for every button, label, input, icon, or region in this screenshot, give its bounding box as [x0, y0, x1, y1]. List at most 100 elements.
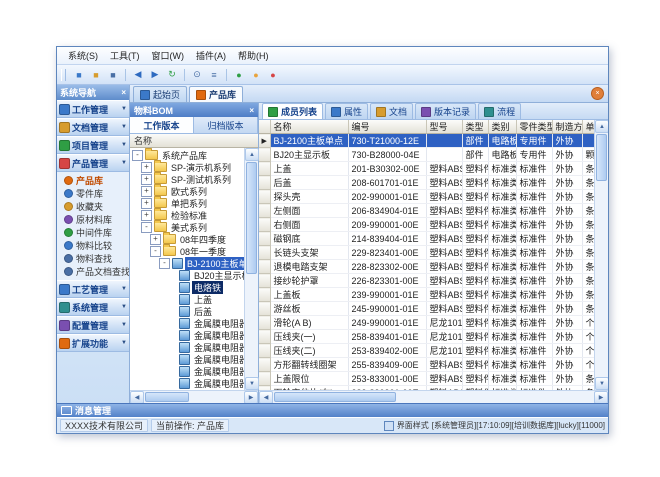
- tree-horizontal-scrollbar[interactable]: ◀ ▶: [130, 390, 258, 403]
- table-row[interactable]: 上盖板239-990001-01E塑料ABS塑料件标准类标准件外协条: [259, 288, 594, 302]
- style-label[interactable]: 界面样式: [397, 420, 429, 431]
- tree-item[interactable]: -BJ-2100主板单点: [130, 257, 244, 269]
- table-row[interactable]: 方形翻转线圈架255-839409-00E塑料ABS塑料件标准类标准件外协个: [259, 358, 594, 372]
- tree-item[interactable]: 金属膜电阻器: [130, 329, 244, 341]
- menu-item[interactable]: 系统(S): [62, 48, 104, 63]
- back-icon[interactable]: ◀: [131, 68, 145, 82]
- sidebar-item[interactable]: 收藏夹: [57, 200, 129, 213]
- sidebar-item[interactable]: 物料比较: [57, 239, 129, 252]
- table-row[interactable]: 接纱轮护罩226-823301-00E塑料ABS塑料件标准类标准件外协条: [259, 274, 594, 288]
- tree-item[interactable]: 金属膜电阻器: [130, 353, 244, 365]
- tree-item[interactable]: 后盖: [130, 305, 244, 317]
- tree-item[interactable]: +欧式系列: [130, 185, 244, 197]
- tree-item[interactable]: -系统产品库: [130, 149, 244, 161]
- tree-item[interactable]: 金属膜电阻器: [130, 341, 244, 353]
- version-tab[interactable]: 归档版本: [194, 117, 258, 133]
- tree-item[interactable]: 电烙铁: [130, 281, 244, 293]
- nav-group[interactable]: 工作管理▼: [57, 100, 129, 118]
- open-folder-icon[interactable]: ■: [89, 68, 103, 82]
- expand-icon[interactable]: +: [141, 162, 152, 173]
- tree-vertical-scrollbar[interactable]: ▲ ▼: [244, 148, 258, 390]
- table-row[interactable]: 左侧面206-834904-01E塑料ABS塑料件标准类标准件外协条: [259, 204, 594, 218]
- style-grid-icon[interactable]: [384, 421, 394, 431]
- sidebar-close-icon[interactable]: ×: [121, 88, 126, 97]
- sidebar-item[interactable]: 产品库: [57, 174, 129, 187]
- column-header[interactable]: 名称: [270, 120, 348, 134]
- expand-icon[interactable]: +: [141, 210, 152, 221]
- version-tab[interactable]: 工作版本: [130, 117, 194, 133]
- collapse-icon[interactable]: -: [132, 150, 143, 161]
- menu-item[interactable]: 帮助(H): [232, 48, 275, 63]
- tree-item[interactable]: 上盖: [130, 293, 244, 305]
- scroll-track[interactable]: [245, 275, 258, 377]
- sidebar-item[interactable]: 物料查找: [57, 252, 129, 265]
- table-row[interactable]: 退模电踏支架228-823302-00E塑料ABS塑料件标准类标准件外协条: [259, 260, 594, 274]
- tree-item[interactable]: +单把系列: [130, 197, 244, 209]
- table-row[interactable]: ▶BJ-2100主板单点730-T21000-12E部件电路板专用件外协: [259, 134, 594, 148]
- run-icon[interactable]: ●: [232, 68, 246, 82]
- scroll-up-icon[interactable]: ▲: [245, 148, 259, 161]
- column-header[interactable]: 类型: [462, 120, 488, 134]
- new-doc-icon[interactable]: ■: [72, 68, 86, 82]
- collapse-icon[interactable]: -: [141, 222, 152, 233]
- member-tab[interactable]: 成员列表: [262, 103, 323, 119]
- tree-item[interactable]: 金属膜电阻器: [130, 365, 244, 377]
- expand-icon[interactable]: +: [150, 234, 161, 245]
- scroll-up-icon[interactable]: ▲: [595, 120, 609, 133]
- tree-item[interactable]: BJ20主显示板: [130, 269, 244, 281]
- collapse-icon[interactable]: -: [159, 258, 170, 269]
- tree-column-header[interactable]: 名称: [130, 134, 258, 148]
- expand-icon[interactable]: +: [141, 198, 152, 209]
- nav-group[interactable]: 项目管理▼: [57, 136, 129, 154]
- tree-item[interactable]: 金属膜电阻器: [130, 317, 244, 329]
- table-row[interactable]: 右侧面209-990001-00E塑料ABS塑料件标准类标准件外协条: [259, 218, 594, 232]
- menu-item[interactable]: 插件(A): [190, 48, 232, 63]
- document-tab[interactable]: 产品库: [189, 86, 243, 102]
- column-header[interactable]: 类别: [488, 120, 516, 134]
- search-icon[interactable]: ⊙: [190, 68, 204, 82]
- stop-icon[interactable]: ●: [266, 68, 280, 82]
- sidebar-item[interactable]: 零件库: [57, 187, 129, 200]
- tree-hscroll-thumb[interactable]: [145, 392, 189, 402]
- list-icon[interactable]: ≡: [207, 68, 221, 82]
- member-tab[interactable]: 流程: [478, 103, 521, 119]
- nav-group[interactable]: 配置管理▼: [57, 316, 129, 334]
- column-header[interactable]: 零件类型: [516, 120, 552, 134]
- nav-group[interactable]: 工艺管理▼: [57, 280, 129, 298]
- grid-hscroll-thumb[interactable]: [274, 392, 396, 402]
- grid-vertical-scrollbar[interactable]: ▲ ▼: [594, 120, 608, 390]
- tree-item[interactable]: +08年四季度: [130, 233, 244, 245]
- menu-item[interactable]: 工具(T): [104, 48, 146, 63]
- collapse-icon[interactable]: -: [150, 246, 161, 257]
- tree-item[interactable]: -美式系列: [130, 221, 244, 233]
- table-row[interactable]: 压线夹(二)253-839402-00E尼龙1010塑料件标准类标准件外协个: [259, 344, 594, 358]
- table-row[interactable]: 滑轮(A B)249-990001-01E尼龙1010塑料件标准类标准件外协个: [259, 316, 594, 330]
- table-row[interactable]: 探头壳202-990001-01E塑料ABS塑料件标准类标准件外协条: [259, 190, 594, 204]
- column-header[interactable]: 编号: [348, 120, 426, 134]
- message-panel-header[interactable]: 消息管理: [57, 403, 608, 417]
- scroll-track[interactable]: [397, 391, 594, 403]
- member-tab[interactable]: 文档: [370, 103, 413, 119]
- nav-group[interactable]: 扩展功能▼: [57, 334, 129, 352]
- sidebar-item[interactable]: 产品文档查找: [57, 265, 129, 278]
- table-row[interactable]: 磁钢底214-839404-01E塑料ABS塑料件标准类标准件外协条: [259, 232, 594, 246]
- table-row[interactable]: 压线夹(一)258-839401-01E尼龙1010塑料件标准类标准件外协个: [259, 330, 594, 344]
- tree-scroll-thumb[interactable]: [246, 162, 257, 274]
- nav-group[interactable]: 产品管理▼: [57, 154, 129, 172]
- sidebar-item[interactable]: 原材料库: [57, 213, 129, 226]
- sidebar-item[interactable]: 中间件库: [57, 226, 129, 239]
- scroll-down-icon[interactable]: ▼: [245, 377, 259, 390]
- member-tab[interactable]: 属性: [325, 103, 368, 119]
- refresh-icon[interactable]: ↻: [165, 68, 179, 82]
- table-row[interactable]: 长链头支架229-823401-00E塑料ABS塑料件标准类标准件外协条: [259, 246, 594, 260]
- table-row[interactable]: BJ20主显示板730-B28000-04E部件电路板专用件外协颗: [259, 148, 594, 162]
- table-row[interactable]: 上盖限位253-833001-00E塑料ABS塑料件标准类标准件外协条: [259, 372, 594, 386]
- nav-group[interactable]: 文档管理▼: [57, 118, 129, 136]
- tree-item[interactable]: 金属膜电阻器: [130, 377, 244, 389]
- bom-panel-close-icon[interactable]: ×: [249, 106, 254, 115]
- tab-close-icon[interactable]: ×: [591, 87, 604, 100]
- tree-item[interactable]: +检验标准: [130, 209, 244, 221]
- tree-item[interactable]: +SP-测试机系列: [130, 173, 244, 185]
- tree-item[interactable]: +SP-演示机系列: [130, 161, 244, 173]
- document-tab[interactable]: 起始页: [133, 86, 187, 102]
